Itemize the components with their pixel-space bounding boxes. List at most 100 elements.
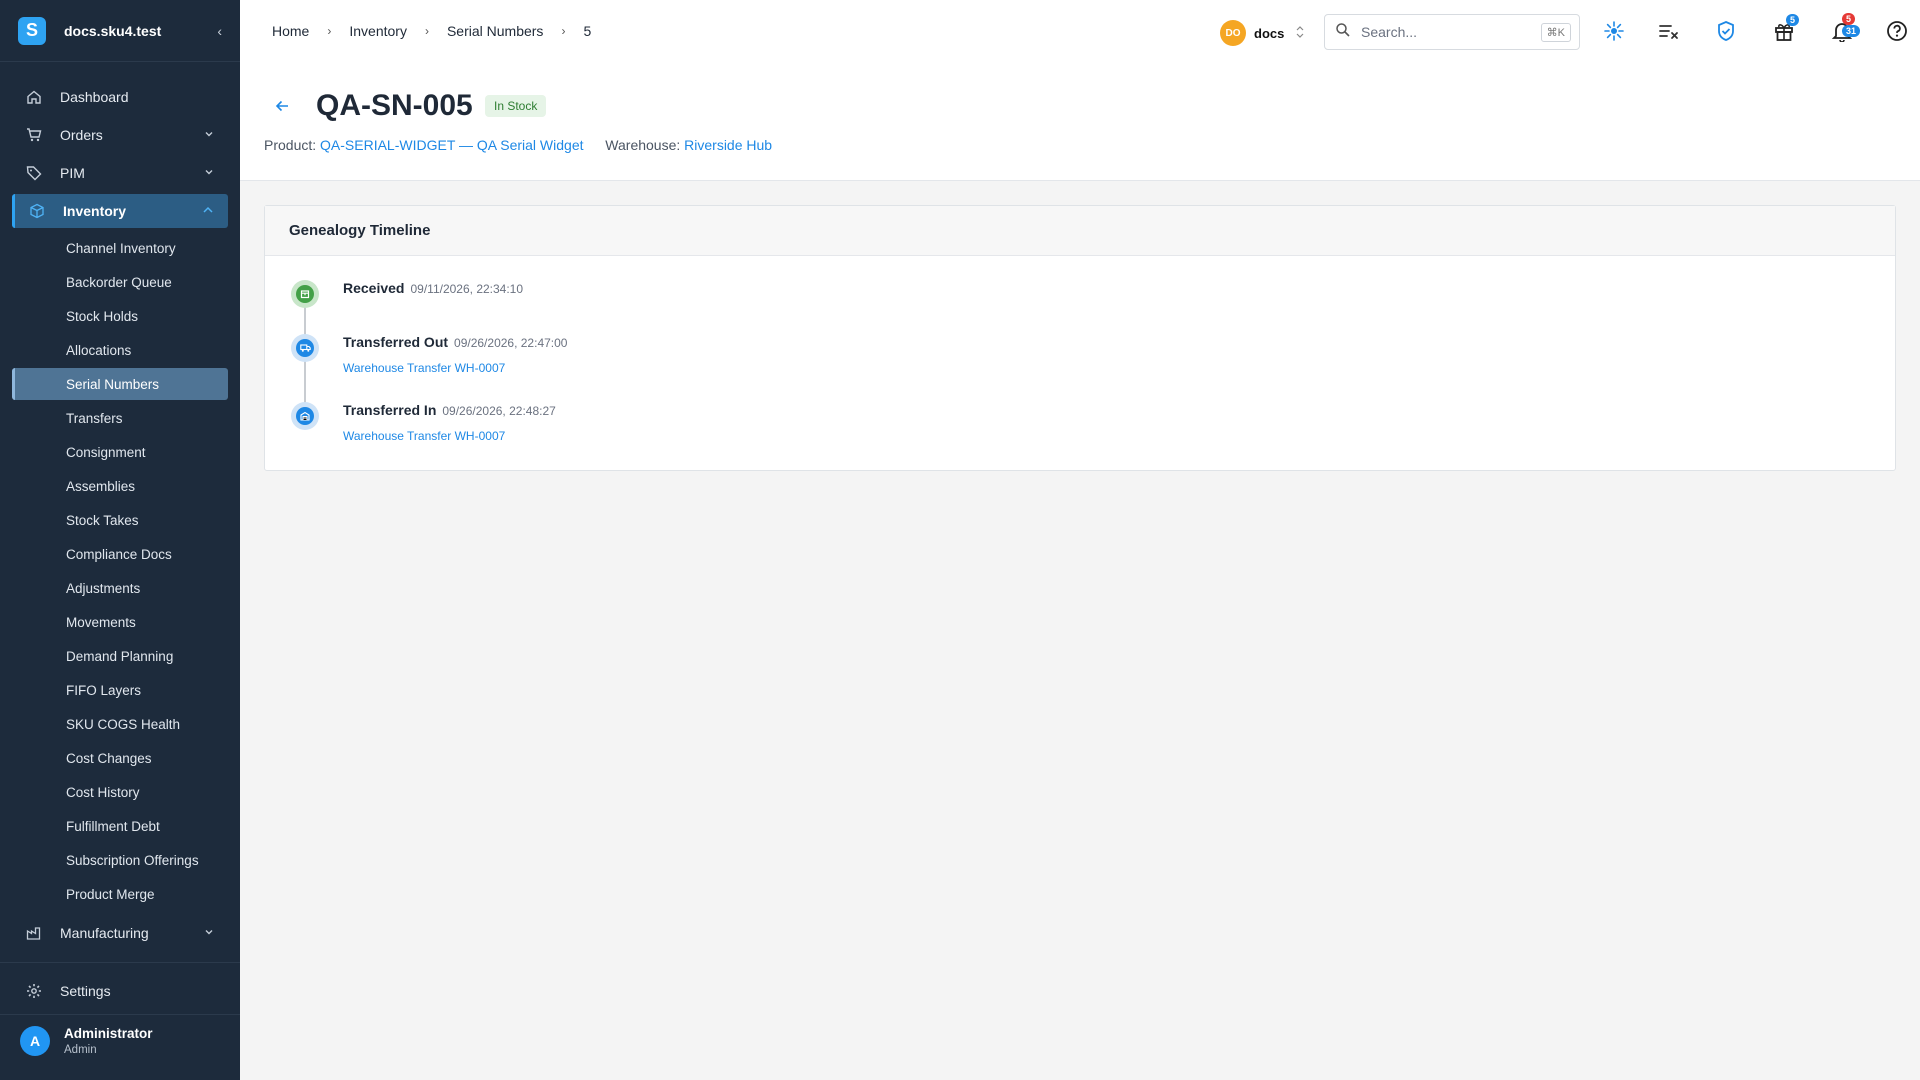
site-name: docs.sku4.test [64,22,162,39]
sidebar-divider [0,1014,240,1015]
cart-icon [26,127,42,143]
shield-icon[interactable] [1714,19,1738,43]
home-icon [26,89,42,105]
sidebar-subitem-cost-changes[interactable]: Cost Changes [12,742,228,774]
timeline-event: Received 09/11/2026, 22:34:10 [343,280,523,298]
chevron-down-icon [204,129,214,142]
tenant-switcher[interactable]: DO docs [1220,20,1304,46]
sidebar-subitem-compliance-docs[interactable]: Compliance Docs [12,538,228,570]
sidebar-subitem-stock-holds[interactable]: Stock Holds [12,300,228,332]
sidebar-item-dashboard[interactable]: Dashboard [12,80,228,114]
help-icon[interactable] [1885,19,1909,43]
user-role: Admin [64,1044,97,1056]
genealogy-timeline-card: Genealogy Timeline Received 09/11/2026, 2… [264,205,1896,471]
sidebar-subitem-cost-history[interactable]: Cost History [12,776,228,808]
sidebar-item-settings[interactable]: Settings [12,974,228,1008]
sidebar-subitem-serial-numbers[interactable]: Serial Numbers [12,368,228,400]
ai-sparkle-icon[interactable] [1602,19,1626,43]
sidebar-item-label: Manufacturing [60,925,149,941]
brand-bar: S docs.sku4.test ‹ [0,0,240,62]
sidebar-subitem-consignment[interactable]: Consignment [12,436,228,468]
inventory-submenu: Channel Inventory Backorder Queue Stock Ho… [0,232,240,910]
notification-alert-badge: 5 [1842,13,1856,25]
sidebar-subitem-stock-takes[interactable]: Stock Takes [12,504,228,536]
breadcrumb-separator-icon: › [561,24,566,38]
transfer-link[interactable]: Warehouse Transfer WH-0007 [343,429,556,443]
cube-icon [29,203,45,219]
sidebar: S docs.sku4.test ‹ Dashboard Orders PIM [0,0,240,1080]
event-timestamp: 09/11/2026, 22:34:10 [410,282,524,296]
package-icon [291,280,319,308]
chevron-down-icon [204,167,214,180]
sidebar-subitem-product-merge[interactable]: Product Merge [12,878,228,910]
search-shortcut: ⌘K [1540,22,1571,42]
notification-count-badge: 31 [1842,25,1861,37]
sidebar-subitem-sku-cogs-health[interactable]: SKU COGS Health [12,708,228,740]
breadcrumb-separator-icon: › [327,24,332,38]
gear-icon [26,983,42,999]
sidebar-item-label: Inventory [63,203,127,219]
page-title: QA-SN-005 [316,89,473,122]
search-input[interactable]: Search... ⌘K [1324,14,1580,50]
sidebar-subitem-fulfillment-debt[interactable]: Fulfillment Debt [12,810,228,842]
sidebar-subitem-demand-planning[interactable]: Demand Planning [12,640,228,672]
sidebar-subitem-channel-inventory[interactable]: Channel Inventory [12,232,228,264]
warehouse-label: Warehouse: [605,137,681,153]
sidebar-subitem-subscription-offerings[interactable]: Subscription Offerings [12,844,228,876]
sidebar-subitem-fifo-layers[interactable]: FIFO Layers [12,674,228,706]
event-title: Received [343,280,405,296]
sidebar-item-manufacturing[interactable]: Manufacturing [12,916,228,950]
warehouse-icon [291,402,319,430]
sidebar-subitem-movements[interactable]: Movements [12,606,228,638]
sidebar-item-label: PIM [60,165,85,181]
tenant-avatar: DO [1220,20,1246,46]
event-timestamp: 09/26/2026, 22:47:00 [454,336,568,350]
tenant-name: docs [1254,25,1285,41]
transfer-link[interactable]: Warehouse Transfer WH-0007 [343,361,567,375]
search-icon [1335,22,1351,43]
card-title: Genealogy Timeline [265,206,1895,256]
breadcrumb-separator-icon: › [424,24,429,38]
app-logo-icon[interactable]: S [18,16,46,45]
product-link[interactable]: QA-SERIAL-WIDGET — QA Serial Widget [320,137,583,153]
sidebar-item-pim[interactable]: PIM [12,156,228,190]
collapse-sidebar-icon[interactable]: ‹ [217,23,222,39]
breadcrumb-current: 5 [583,23,592,39]
task-list-icon[interactable] [1656,19,1680,43]
sidebar-subitem-allocations[interactable]: Allocations [12,334,228,366]
status-badge: In Stock [485,95,547,117]
sidebar-subitem-backorder-queue[interactable]: Backorder Queue [12,266,228,298]
avatar: A [20,1026,50,1056]
breadcrumb-serial-numbers[interactable]: Serial Numbers [447,23,543,39]
gift-count-badge: 5 [1786,14,1800,26]
sidebar-item-orders[interactable]: Orders [12,118,228,152]
user-profile[interactable]: A Administrator Admin [20,1026,153,1056]
bell-icon[interactable]: 5 31 [1830,13,1861,43]
sidebar-divider [0,962,240,963]
event-title: Transferred Out [343,334,449,350]
truck-icon [291,334,319,362]
event-title: Transferred In [343,402,437,418]
breadcrumb-inventory[interactable]: Inventory [349,23,407,39]
sidebar-item-inventory[interactable]: Inventory [12,194,228,228]
serial-meta: Product: QA-SERIAL-WIDGET — QA Serial Wi… [264,137,772,153]
sidebar-subitem-adjustments[interactable]: Adjustments [12,572,228,604]
timeline-event: Transferred In 09/26/2026, 22:48:27 Wareh… [343,402,556,443]
breadcrumb: Home › Inventory › Serial Numbers › 5 [272,23,591,39]
page-header: QA-SN-005 In Stock Product: QA-SERIAL-WI… [240,62,1920,181]
sidebar-subitem-transfers[interactable]: Transfers [12,402,228,434]
timeline-event: Transferred Out 09/26/2026, 22:47:00 Ware… [343,334,567,375]
event-timestamp: 09/26/2026, 22:48:27 [442,404,556,418]
breadcrumb-home[interactable]: Home [272,23,309,39]
gift-icon[interactable]: 5 [1772,14,1800,43]
chevron-up-icon [202,205,214,218]
back-arrow-icon[interactable] [274,98,290,119]
user-name: Administrator [64,1026,153,1041]
settings-label: Settings [60,983,111,999]
sidebar-subitem-assemblies[interactable]: Assemblies [12,470,228,502]
tag-icon [26,165,42,181]
sort-arrows-icon [1296,25,1304,41]
warehouse-link[interactable]: Riverside Hub [684,137,772,153]
factory-icon [26,925,42,941]
chevron-down-icon [204,927,214,940]
